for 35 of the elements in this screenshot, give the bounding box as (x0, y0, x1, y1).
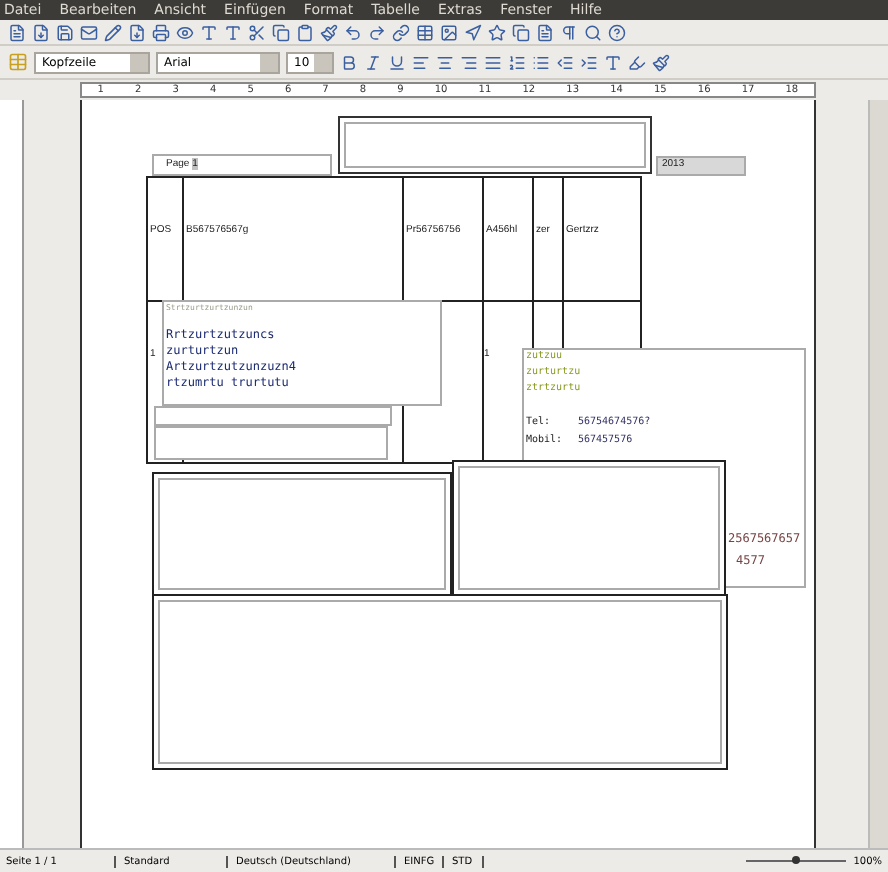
italic-icon[interactable] (364, 53, 382, 71)
paintbrush-icon[interactable] (320, 23, 338, 41)
indent-icon[interactable] (580, 53, 598, 71)
outdent-icon[interactable] (556, 53, 574, 71)
preview-icon[interactable] (176, 23, 194, 41)
paste-icon[interactable] (296, 23, 314, 41)
scrollbar[interactable] (868, 100, 888, 848)
bold-icon[interactable] (340, 53, 358, 71)
cut-icon[interactable] (248, 23, 266, 41)
justify-icon[interactable] (484, 53, 502, 71)
redo-icon[interactable] (368, 23, 386, 41)
underline-icon[interactable] (388, 53, 406, 71)
link-icon[interactable] (392, 23, 410, 41)
image-icon[interactable] (440, 23, 458, 41)
help-icon[interactable] (608, 23, 626, 41)
edit-icon[interactable] (104, 23, 122, 41)
undo-icon[interactable] (344, 23, 362, 41)
font-color-icon[interactable] (604, 53, 622, 71)
table-icon[interactable] (416, 23, 434, 41)
copy-icon[interactable] (272, 23, 290, 41)
search-icon[interactable] (584, 23, 602, 41)
align-left-icon[interactable] (412, 53, 430, 71)
align-center-icon[interactable] (436, 53, 454, 71)
year-field (656, 156, 746, 176)
mail-icon[interactable] (80, 23, 98, 41)
pilcrow-icon[interactable] (560, 23, 578, 41)
zoom-thumb[interactable] (791, 856, 800, 864)
numbered-list-icon[interactable] (508, 53, 526, 71)
new-document-icon[interactable] (8, 23, 26, 41)
copy-icon[interactable] (512, 23, 530, 41)
highlighter-icon[interactable] (628, 53, 646, 71)
bullet-list-icon[interactable] (532, 53, 550, 71)
align-right-icon[interactable] (460, 53, 478, 71)
save-icon[interactable] (56, 23, 74, 41)
print-icon[interactable] (152, 23, 170, 41)
